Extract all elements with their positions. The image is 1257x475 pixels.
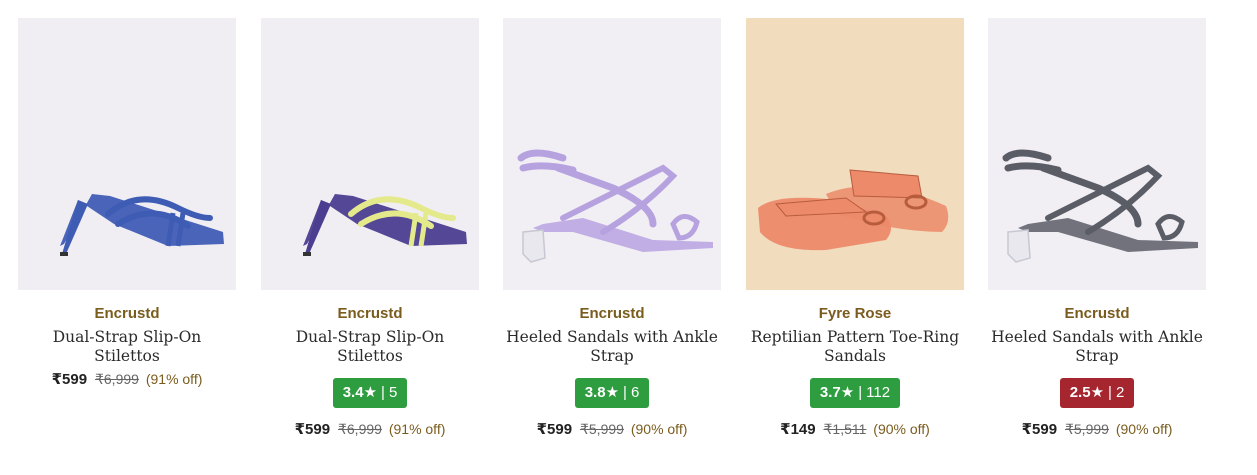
product-image[interactable] (18, 18, 236, 290)
product-mrp: ₹6,999 (94, 371, 139, 387)
product-brand: Encrustd (579, 305, 645, 322)
shoe-product-image (261, 18, 479, 290)
rating-badge: 3.8★ | 6 (574, 378, 650, 408)
product-price: ₹599 (536, 421, 573, 438)
rating-separator: | (1108, 384, 1112, 401)
price-line: ₹599 ₹5,999 (90% off) (503, 420, 721, 438)
rating-count: 6 (630, 384, 640, 401)
product-discount: (90% off) (630, 421, 688, 437)
product-price: ₹599 (1021, 421, 1058, 438)
rating-badge: 3.4★ | 5 (332, 378, 408, 408)
rating-separator: | (623, 384, 627, 401)
rating-score: 3.4★ (342, 384, 378, 401)
product-image[interactable] (746, 18, 964, 290)
product-mrp: ₹6,999 (337, 421, 382, 437)
rating-badge: 3.7★ | 112 (809, 378, 901, 408)
shoe-product-image (746, 18, 964, 290)
product-title[interactable]: Dual-Strap Slip-On Stilettos (18, 328, 236, 366)
rating-count: 2 (1115, 384, 1125, 401)
price-line: ₹599 ₹6,999 (91% off) (261, 420, 479, 438)
product-brand: Encrustd (337, 305, 403, 322)
shoe-product-image (503, 18, 721, 290)
rating-count: 112 (866, 384, 891, 401)
rating-score: 2.5★ (1069, 384, 1105, 401)
product-image[interactable] (503, 18, 721, 290)
product-mrp: ₹1,511 (823, 421, 867, 437)
product-brand: Fyre Rose (818, 305, 892, 322)
rating-count: 5 (388, 384, 398, 401)
product-title[interactable]: Reptilian Pattern Toe-Ring Sandals (746, 328, 964, 366)
product-price: ₹149 (780, 421, 816, 438)
rating-score: 3.8★ (584, 384, 620, 401)
product-discount: (90% off) (873, 421, 930, 437)
product-discount: (91% off) (388, 421, 446, 437)
product-price: ₹599 (294, 421, 331, 438)
product-card[interactable]: Encrustd Heeled Sandals with Ankle Strap… (503, 18, 721, 438)
product-title[interactable]: Heeled Sandals with Ankle Strap (988, 328, 1206, 366)
shoe-product-image (988, 18, 1206, 290)
product-title[interactable]: Dual-Strap Slip-On Stilettos (261, 328, 479, 366)
product-mrp: ₹5,999 (579, 421, 624, 437)
product-grid-row: Encrustd Dual-Strap Slip-On Stilettos ₹5… (0, 0, 1257, 475)
rating-badge: 2.5★ | 2 (1059, 378, 1135, 408)
rating-score: 3.7★ (819, 384, 855, 401)
product-title[interactable]: Heeled Sandals with Ankle Strap (503, 328, 721, 366)
product-discount: (90% off) (1115, 421, 1173, 437)
product-image[interactable] (988, 18, 1206, 290)
product-price: ₹599 (51, 371, 88, 388)
price-line: ₹599 ₹6,999 (91% off) (18, 370, 236, 388)
product-brand: Encrustd (1064, 305, 1130, 322)
shoe-product-image (18, 18, 236, 290)
rating-separator: | (858, 384, 863, 401)
product-discount: (91% off) (145, 371, 203, 387)
product-card[interactable]: Encrustd Dual-Strap Slip-On Stilettos ₹5… (18, 18, 236, 388)
price-line: ₹599 ₹5,999 (90% off) (988, 420, 1206, 438)
rating-separator: | (381, 384, 385, 401)
product-image[interactable] (261, 18, 479, 290)
product-card[interactable]: Encrustd Dual-Strap Slip-On Stilettos 3.… (261, 18, 479, 438)
product-mrp: ₹5,999 (1064, 421, 1109, 437)
product-card[interactable]: Fyre Rose Reptilian Pattern Toe-Ring San… (746, 18, 964, 438)
product-brand: Encrustd (94, 305, 160, 322)
price-line: ₹149 ₹1,511 (90% off) (746, 420, 964, 438)
product-card[interactable]: Encrustd Heeled Sandals with Ankle Strap… (988, 18, 1206, 438)
